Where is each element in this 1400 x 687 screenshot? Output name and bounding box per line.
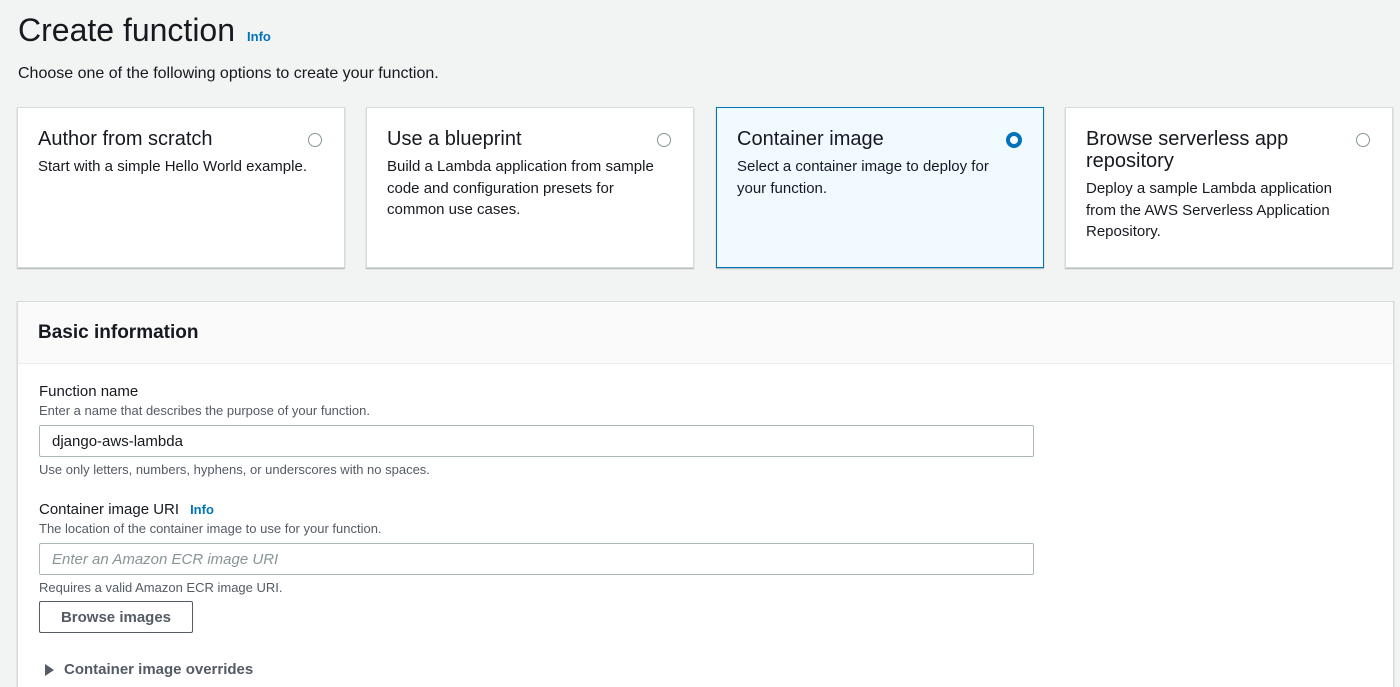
- basic-information-panel: Basic information Function name Enter a …: [17, 301, 1394, 687]
- option-author-from-scratch[interactable]: Author from scratch Start with a simple …: [17, 107, 345, 268]
- panel-title: Basic information: [38, 322, 199, 343]
- image-uri-hint: Requires a valid Amazon ECR image URI.: [39, 580, 283, 595]
- function-name-description: Enter a name that describes the purpose …: [39, 403, 370, 418]
- radio-button[interactable]: [657, 133, 671, 147]
- overrides-label: Container image overrides: [64, 661, 254, 678]
- option-browse-serverless-repo[interactable]: Browse serverless app repository Deploy …: [1065, 107, 1393, 268]
- image-uri-info-link[interactable]: Info: [190, 502, 214, 517]
- option-container-image[interactable]: Container image Select a container image…: [716, 107, 1044, 268]
- option-title: Container image: [737, 128, 884, 150]
- image-uri-label-text: Container image URI: [39, 501, 180, 518]
- image-uri-field: Container image URI Info The location of…: [39, 501, 1034, 595]
- option-description: Build a Lambda application from sample c…: [387, 158, 654, 218]
- function-name-hint: Use only letters, numbers, hyphens, or u…: [39, 462, 430, 477]
- page-header: Create function Info: [18, 12, 271, 49]
- image-uri-description: The location of the container image to u…: [39, 521, 382, 536]
- browse-images-button[interactable]: Browse images: [39, 601, 193, 633]
- option-description: Select a container image to deploy for y…: [737, 158, 989, 197]
- option-use-blueprint[interactable]: Use a blueprint Build a Lambda applicati…: [366, 107, 694, 268]
- caret-right-icon: [45, 663, 54, 676]
- creation-options: Author from scratch Start with a simple …: [17, 107, 1394, 268]
- option-title: Author from scratch: [38, 128, 213, 150]
- option-description: Deploy a sample Lambda application from …: [1086, 180, 1332, 240]
- function-name-input[interactable]: [39, 425, 1034, 457]
- title-info-link[interactable]: Info: [247, 29, 271, 44]
- option-title: Browse serverless app repository: [1086, 128, 1289, 172]
- function-name-label: Function name: [39, 383, 1034, 400]
- function-name-field: Function name Enter a name that describe…: [39, 383, 1034, 477]
- page-subtitle: Choose one of the following options to c…: [18, 65, 439, 82]
- option-description: Start with a simple Hello World example.: [38, 158, 307, 175]
- radio-button-selected[interactable]: [1006, 132, 1022, 148]
- create-function-page: Create function Info Choose one of the f…: [0, 0, 1400, 687]
- panel-header: Basic information: [18, 302, 1393, 364]
- option-title: Use a blueprint: [387, 128, 522, 150]
- container-image-overrides-expander[interactable]: Container image overrides: [45, 661, 253, 678]
- radio-button[interactable]: [1356, 133, 1370, 147]
- page-title: Create function: [18, 12, 236, 48]
- radio-button[interactable]: [308, 133, 322, 147]
- image-uri-input[interactable]: [39, 543, 1034, 575]
- image-uri-label: Container image URI Info: [39, 501, 1034, 518]
- function-name-label-text: Function name: [39, 383, 139, 400]
